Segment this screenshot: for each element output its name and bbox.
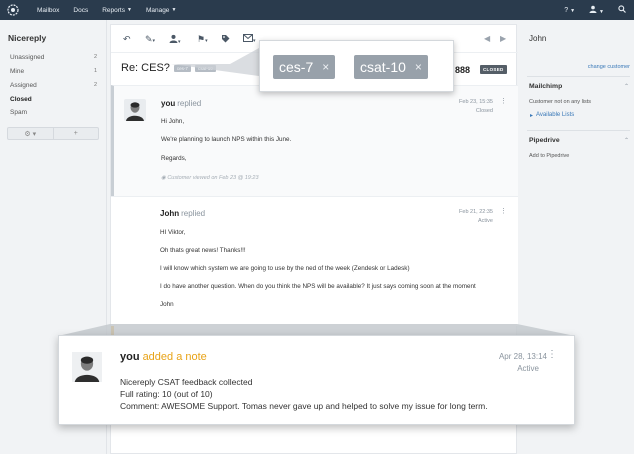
- note-status: Active: [517, 364, 539, 373]
- tags-callout: ces-7 × csat-10 ×: [259, 40, 454, 92]
- kebab-icon[interactable]: ⋮: [547, 349, 557, 360]
- tag-label: csat-10: [360, 59, 406, 75]
- close-icon[interactable]: ×: [415, 60, 422, 74]
- avatar: [72, 352, 102, 382]
- note-text: Comment: AWESOME Support. Tomas never ga…: [120, 401, 488, 411]
- note-callout: you added a note Apr 28, 13:14 Active ⋮ N…: [58, 335, 575, 425]
- note-verb: added a note: [142, 351, 207, 363]
- tag-chip[interactable]: ces-7 ×: [273, 55, 336, 79]
- note-date: Apr 28, 13:14: [498, 352, 547, 361]
- tag-label: ces-7: [279, 59, 314, 75]
- note-text: Nicereply CSAT feedback collected: [120, 377, 253, 387]
- tag-chip[interactable]: csat-10 ×: [354, 55, 428, 79]
- note-author: you added a note: [120, 351, 207, 363]
- author-name: you: [120, 351, 140, 363]
- note-text: Full rating: 10 (out of 10): [120, 389, 213, 399]
- close-icon[interactable]: ×: [322, 60, 329, 74]
